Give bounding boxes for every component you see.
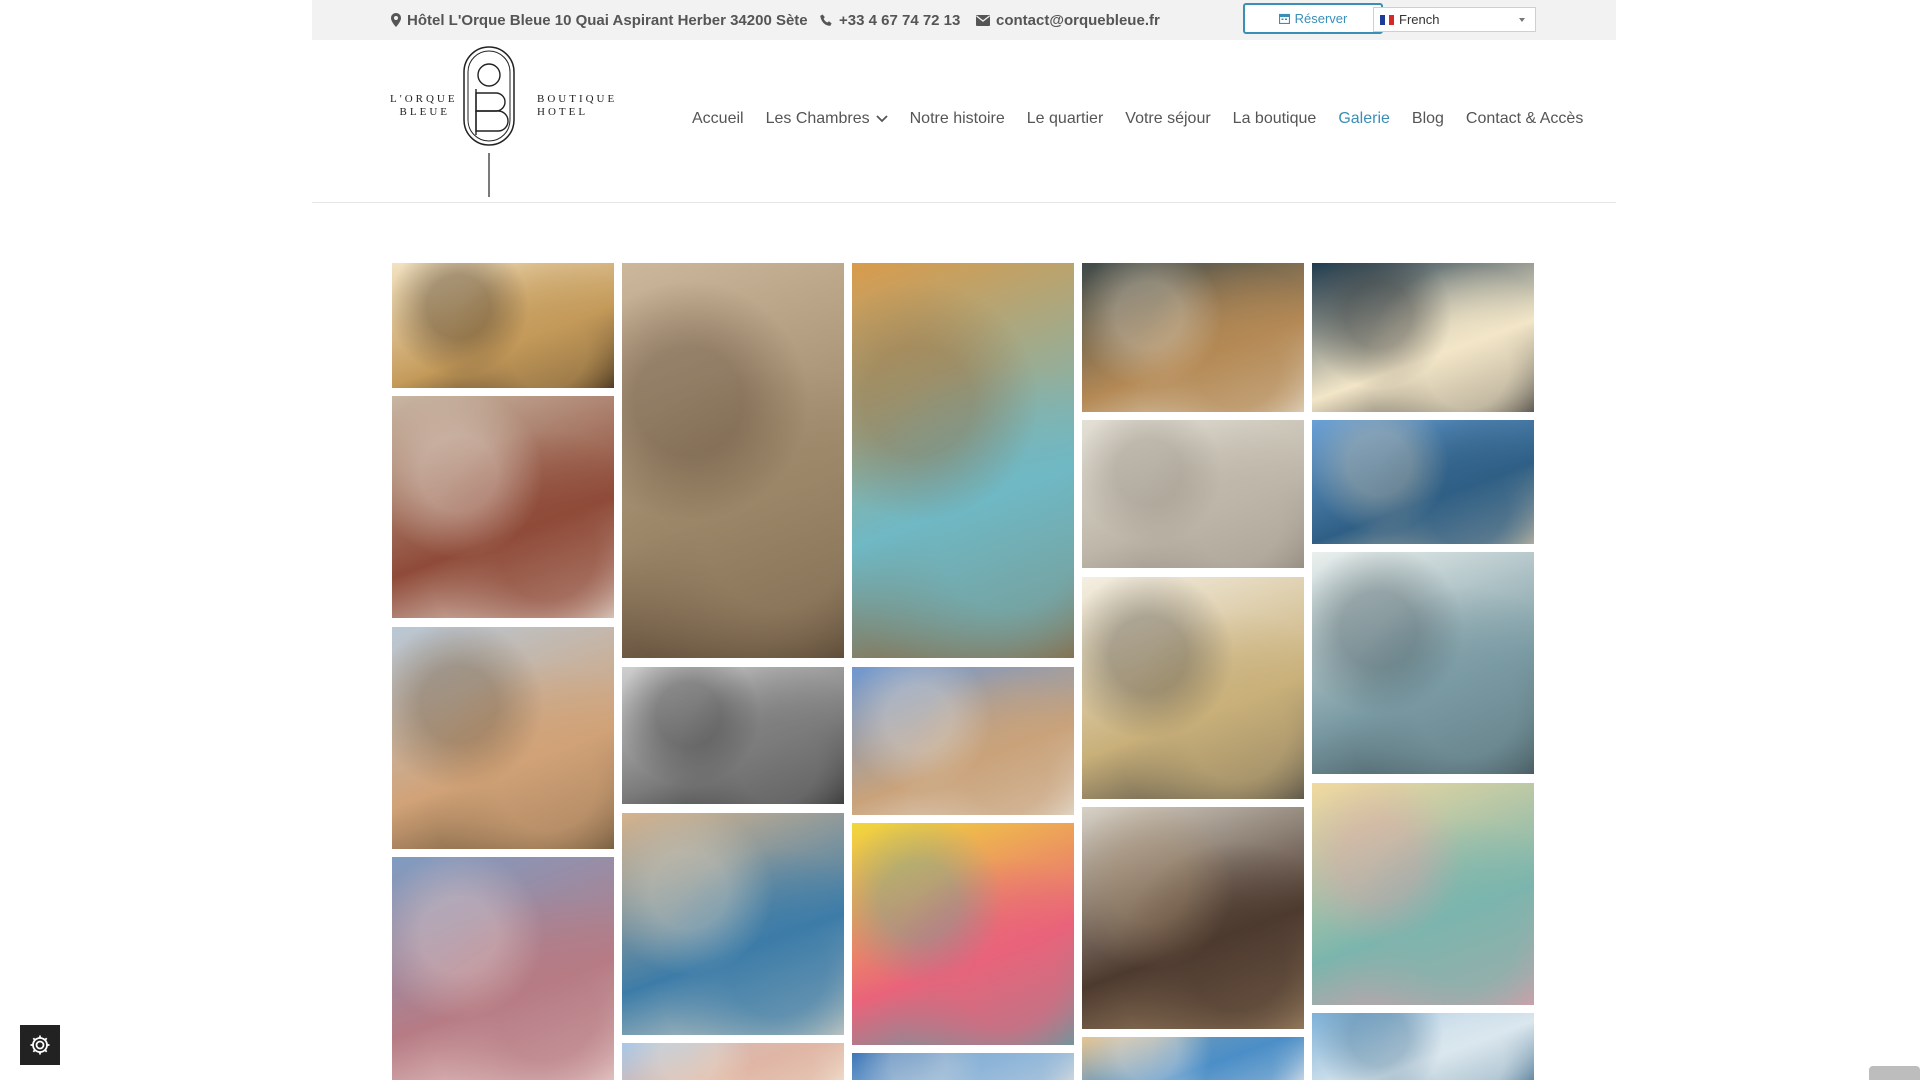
gallery-photo[interactable]: Sète harbour with fishing nets [392,627,614,849]
gallery-photo[interactable]: blue sky with flags [852,1053,1074,1080]
orca-logo-icon [463,46,515,197]
nav-item-contact[interactable]: Contact & Accès [1466,110,1583,128]
gallery-photo[interactable]: old black and white water jousting [622,667,844,804]
phone-icon [820,14,832,26]
chevron-down-icon [1519,18,1525,22]
gallery-photo[interactable]: marina panorama [1312,420,1534,544]
top-contact-bar: Hôtel L'Orque Bleue 10 Quai Aspirant Her… [312,0,1616,40]
gallery-photo[interactable]: hotel lobby with balloons [1312,783,1534,1005]
chevron-down-icon [875,115,888,123]
nav-item-notre-histoire[interactable]: Notre histoire [910,110,1005,128]
logo-right-text: BOUTIQUE HOTEL [537,93,618,118]
reserve-button[interactable]: Réserver [1243,3,1383,34]
envelope-icon [976,14,990,26]
reserve-label: Réserver [1294,11,1348,26]
gallery-photo[interactable]: pink heart sculptures by the water [392,857,614,1080]
gallery-photo[interactable]: colourful boats [622,1043,844,1080]
language-value: French [1399,12,1440,27]
settings-button[interactable] [20,1025,60,1065]
nav-item-galerie[interactable]: Galerie [1338,110,1390,128]
address-text: Hôtel L'Orque Bleue 10 Quai Aspirant Her… [407,11,808,29]
gallery-photo[interactable]: bedroom with hello wall [392,396,614,618]
flag-fr-icon [1380,14,1395,25]
scroll-to-top-button[interactable] [1869,1066,1920,1080]
gallery-photo[interactable]: boat in the sunlight [1312,552,1534,774]
gallery-photo[interactable]: hotel sign against the sky [1312,1013,1534,1080]
gallery-photo[interactable]: silver table lamp [622,263,844,658]
gallery-photo[interactable]: facade detail with number 10 [1082,420,1304,568]
hotel-logo[interactable]: L'ORQUE BLEUE BOUTIQUE HOTEL [390,45,660,197]
gallery-photo[interactable]: postcards of Sète [1082,1037,1304,1080]
gallery-photo[interactable]: smiley macarons [852,823,1074,1045]
phone-info[interactable]: +33 4 67 74 72 13 [820,0,960,40]
gallery-photo[interactable]: shell-shaped wall light [1312,263,1534,412]
nav-item-blog[interactable]: Blog [1412,110,1444,128]
email-text: contact@orquebleue.fr [996,11,1160,29]
map-marker-icon [391,13,401,27]
gallery-photo[interactable]: turquoise rotary telephone [852,263,1074,658]
gallery-photo[interactable]: round mirror reflecting window [1082,263,1304,412]
nav-item-la-boutique[interactable]: La boutique [1233,110,1317,128]
site-header: L'ORQUE BLEUE BOUTIQUE HOTEL Accueil Les C… [312,40,1616,203]
nav-item-accueil[interactable]: Accueil [692,110,744,128]
nav-item-les-chambres[interactable]: Les Chambres [766,110,888,128]
nav-item-le-quartier[interactable]: Le quartier [1027,110,1104,128]
gear-icon [30,1035,50,1055]
nav-item-votre-sejour[interactable]: Votre séjour [1125,110,1210,128]
main-nav: Accueil Les Chambres Notre histoire Le q… [692,110,1605,128]
gallery-photo[interactable]: wall lamp and shelf [1082,577,1304,799]
logo-left-text: L'ORQUE BLEUE [390,93,458,118]
calendar-icon [1278,13,1290,24]
language-select[interactable]: French [1373,7,1536,32]
gallery-photo[interactable]: framed pop-art prints [392,263,614,388]
gallery-photo[interactable]: Sète harbour view [852,667,1074,815]
phone-text: +33 4 67 74 72 13 [839,11,961,29]
gallery-photo[interactable]: father and child by the quay [1082,807,1304,1029]
gallery-photo[interactable]: harbour with drawn heart and HOTEL [622,813,844,1035]
address-info: Hôtel L'Orque Bleue 10 Quai Aspirant Her… [391,0,808,40]
email-info[interactable]: contact@orquebleue.fr [976,0,1160,40]
